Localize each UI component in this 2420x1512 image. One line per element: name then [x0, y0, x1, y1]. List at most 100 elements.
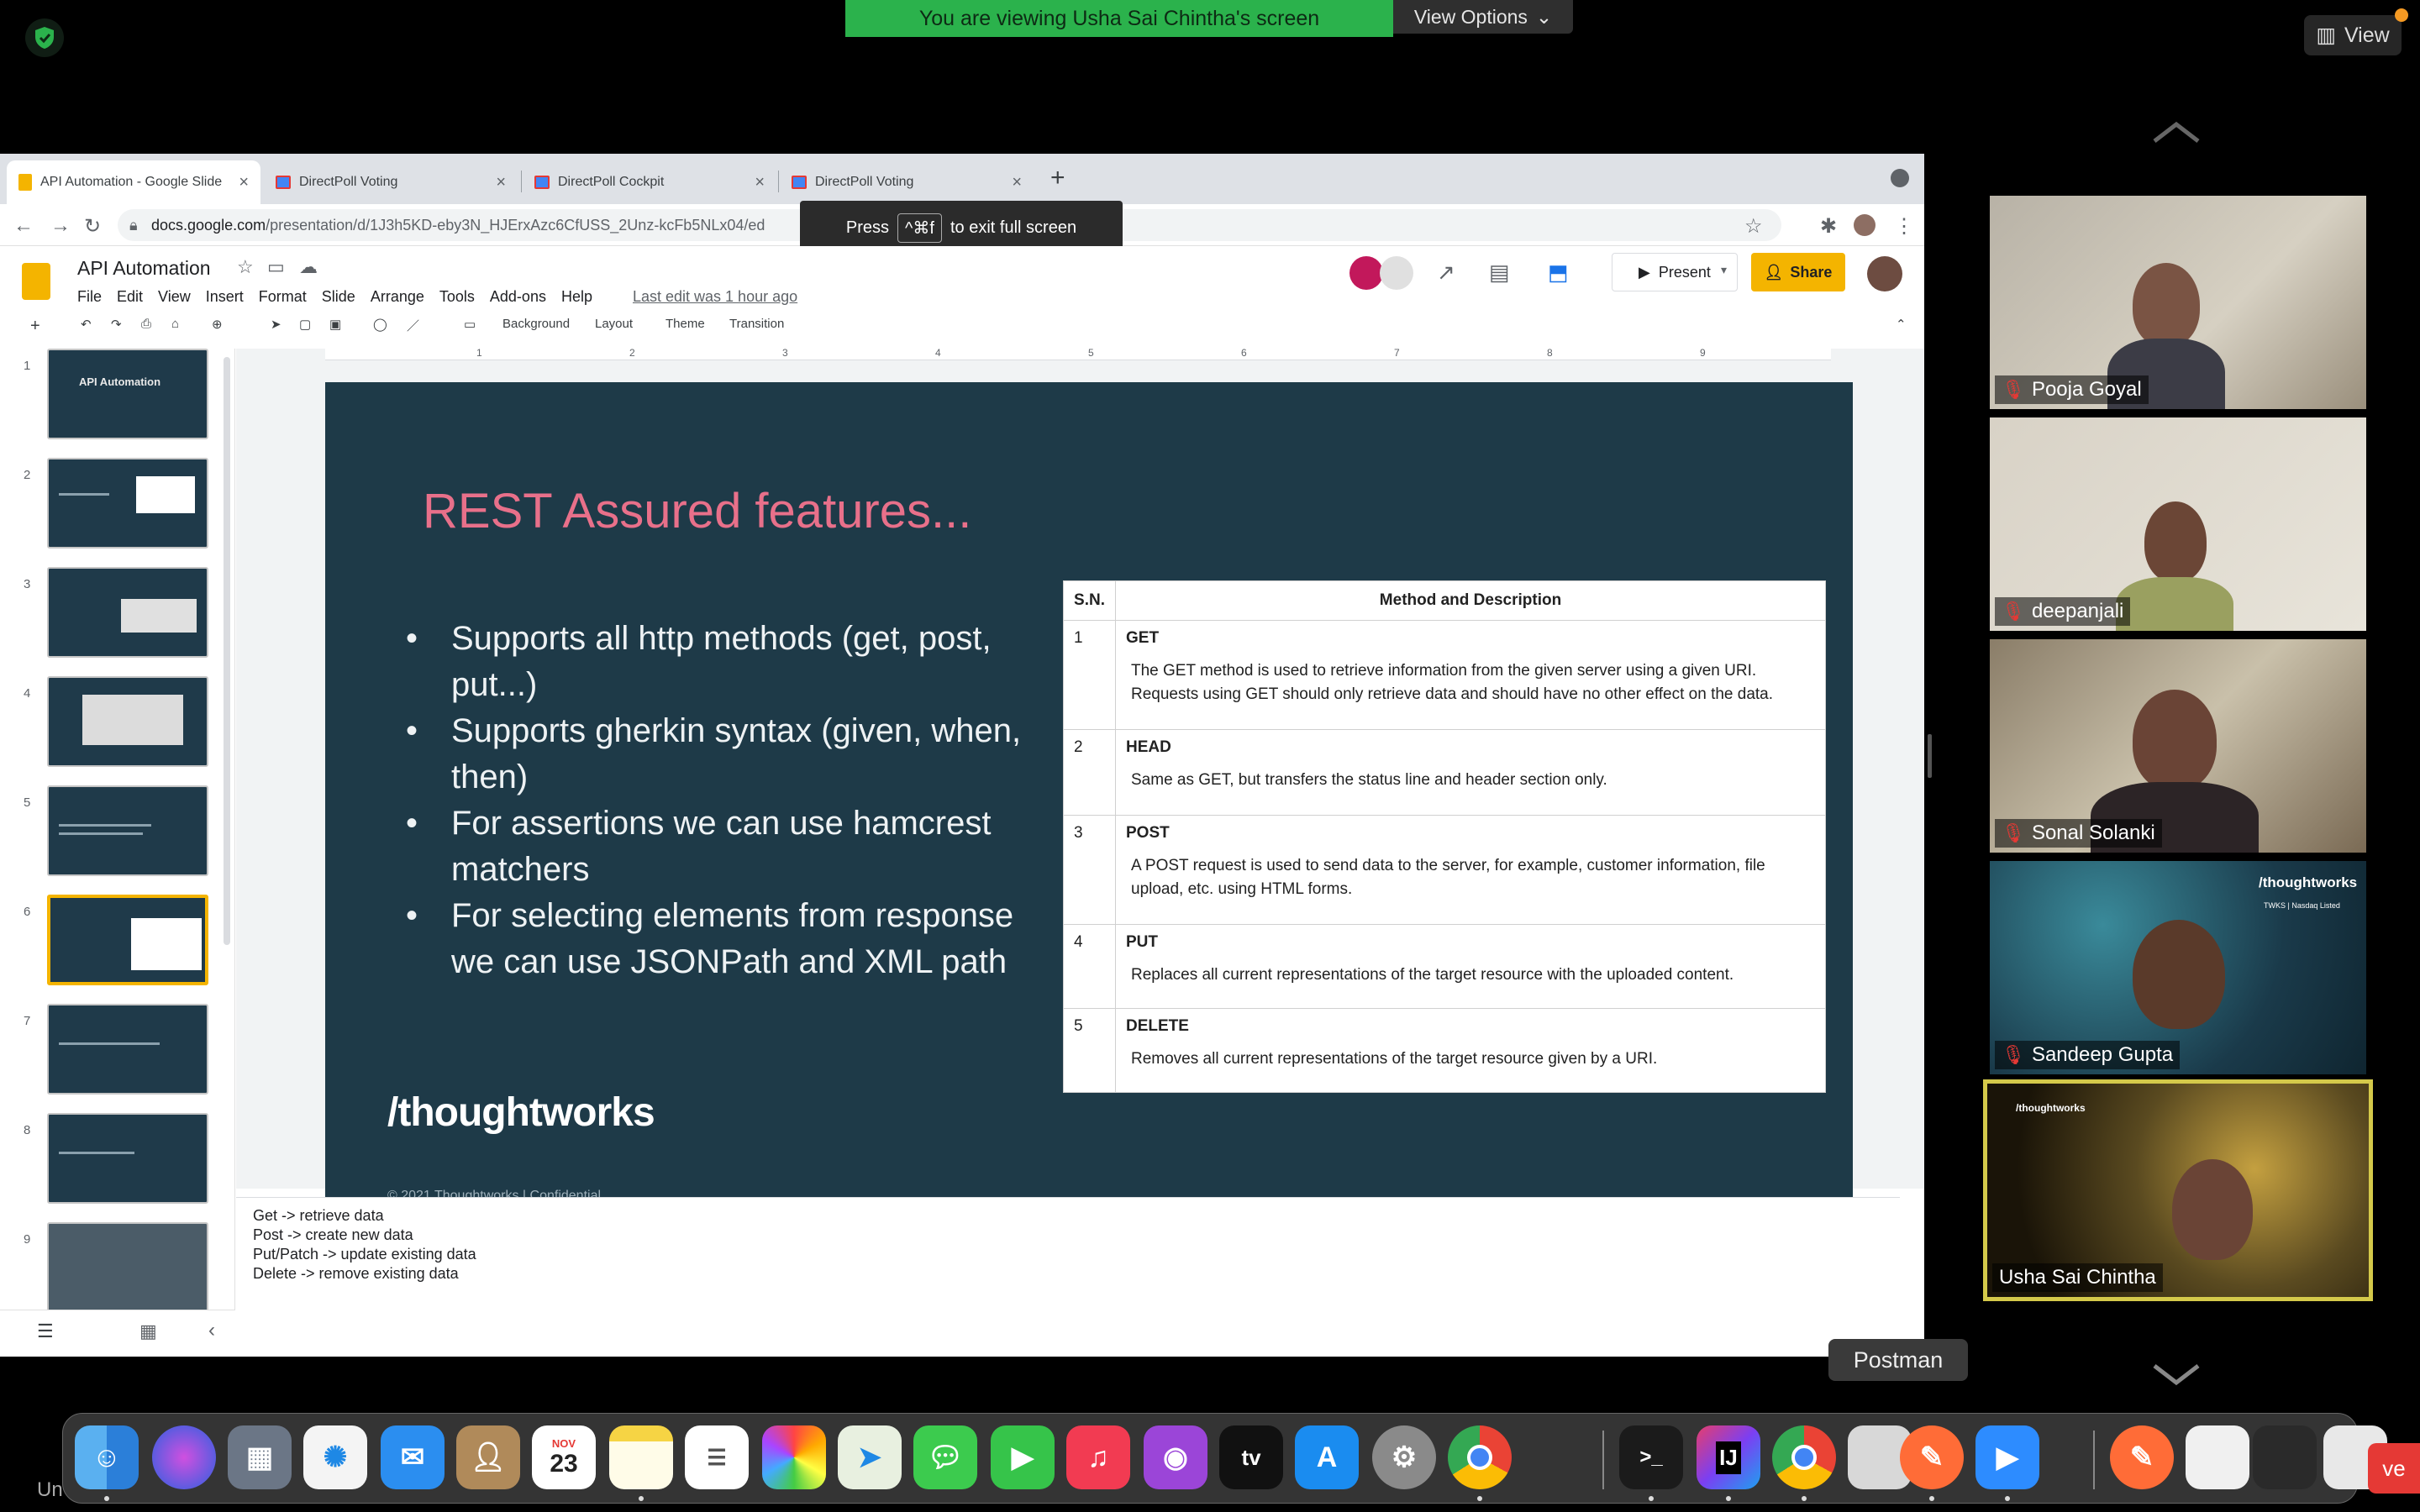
- finder-icon[interactable]: ☺: [75, 1425, 139, 1489]
- close-icon[interactable]: ×: [1012, 173, 1022, 192]
- undo-icon[interactable]: ↶: [81, 317, 92, 332]
- forward-icon[interactable]: →: [50, 214, 71, 238]
- present-dropdown-icon[interactable]: ▾: [1721, 263, 1727, 277]
- menu-view[interactable]: View: [158, 288, 191, 306]
- image-icon[interactable]: ▣: [329, 317, 341, 332]
- menu-file[interactable]: File: [77, 288, 102, 306]
- safari-icon[interactable]: ✺: [303, 1425, 367, 1489]
- select-icon[interactable]: ➤: [271, 317, 281, 332]
- share-button[interactable]: 👤︎ Share: [1751, 253, 1845, 291]
- star-icon[interactable]: ☆: [237, 256, 254, 278]
- list-view-icon[interactable]: ☰: [37, 1320, 54, 1342]
- slide-thumbnail-7[interactable]: [47, 1004, 208, 1095]
- postman-icon[interactable]: ✎: [1900, 1425, 1964, 1489]
- menu-arrange[interactable]: Arrange: [371, 288, 424, 306]
- more-menu-icon[interactable]: ⋮: [1894, 214, 1914, 239]
- close-icon[interactable]: ×: [755, 173, 765, 192]
- scroll-up-arrow-icon[interactable]: [2151, 119, 2202, 144]
- grid-view-icon[interactable]: ▦: [139, 1320, 157, 1342]
- speaker-notes[interactable]: Get -> retrieve data Post -> create new …: [236, 1197, 1900, 1357]
- postman-window-icon[interactable]: ✎: [2110, 1425, 2174, 1489]
- zoom-icon[interactable]: ▶: [1975, 1425, 2039, 1489]
- scroll-down-arrow-icon[interactable]: [2151, 1362, 2202, 1388]
- profile-avatar[interactable]: [1854, 214, 1876, 236]
- facetime-icon[interactable]: ▶: [991, 1425, 1055, 1489]
- slide-thumbnail-5[interactable]: [47, 785, 208, 876]
- back-icon[interactable]: ←: [13, 214, 34, 238]
- new-tab-icon[interactable]: +: [1050, 164, 1065, 192]
- reminders-icon[interactable]: ☰: [685, 1425, 749, 1489]
- zoom-icon[interactable]: ⊕: [212, 317, 223, 332]
- participant-tile-pooja[interactable]: 🎙︎ Pooja Goyal: [1990, 196, 2366, 409]
- paint-format-icon[interactable]: ⌂: [171, 317, 179, 331]
- activity-trend-icon[interactable]: ↗: [1437, 260, 1455, 286]
- print-icon[interactable]: ⎙: [141, 317, 151, 331]
- feature-bullets[interactable]: Supports all http methods (get, post, pu…: [394, 616, 1033, 985]
- menu-slide[interactable]: Slide: [322, 288, 355, 306]
- window-thumbnail[interactable]: [2253, 1425, 2317, 1489]
- transition-button[interactable]: Transition: [729, 317, 784, 331]
- collapse-panel-icon[interactable]: ‹: [208, 1319, 215, 1342]
- menu-edit[interactable]: Edit: [117, 288, 143, 306]
- slide-thumbnail-9[interactable]: [47, 1222, 208, 1313]
- theme-button[interactable]: Theme: [666, 317, 705, 331]
- tab-directpoll-voting[interactable]: DirectPoll Voting ×: [264, 160, 518, 204]
- split-drag-handle[interactable]: [1928, 734, 1932, 778]
- slide-thumbnail-3[interactable]: [47, 567, 208, 658]
- meet-present-icon[interactable]: ⬒: [1548, 260, 1569, 286]
- comments-icon[interactable]: ▤: [1489, 260, 1510, 286]
- chrome-icon[interactable]: [1448, 1425, 1512, 1489]
- line-icon[interactable]: ／: [407, 317, 419, 334]
- view-button[interactable]: ▥ View: [2304, 15, 2402, 55]
- new-slide-icon[interactable]: +: [30, 317, 40, 336]
- slide-thumbnail-1[interactable]: API Automation: [47, 349, 208, 439]
- app-store-icon[interactable]: A: [1295, 1425, 1359, 1489]
- tab-directpoll-voting-2[interactable]: DirectPoll Voting ×: [780, 160, 1034, 204]
- participant-tile-sandeep[interactable]: /thoughtworks TWKS | Nasdaq Listed 🎙︎ San…: [1990, 861, 2366, 1074]
- intellij-icon[interactable]: IJ: [1697, 1425, 1760, 1489]
- background-button[interactable]: Background: [502, 317, 570, 331]
- tab-search-icon[interactable]: [1891, 169, 1909, 187]
- menu-format[interactable]: Format: [259, 288, 307, 306]
- contacts-icon[interactable]: 👤︎: [456, 1425, 520, 1489]
- notes-icon[interactable]: [609, 1425, 673, 1489]
- music-icon[interactable]: ♫: [1066, 1425, 1130, 1489]
- launchpad-icon[interactable]: ▦: [228, 1425, 292, 1489]
- bookmark-star-icon[interactable]: ☆: [1744, 214, 1763, 239]
- calendar-icon[interactable]: NOV 23: [532, 1425, 596, 1489]
- collaborator-avatar[interactable]: [1380, 256, 1413, 290]
- close-icon[interactable]: ×: [239, 173, 249, 192]
- layout-button[interactable]: Layout: [595, 317, 633, 331]
- system-preferences-icon[interactable]: ⚙: [1372, 1425, 1436, 1489]
- messages-icon[interactable]: 💬︎: [913, 1425, 977, 1489]
- window-thumbnail[interactable]: [2186, 1425, 2249, 1489]
- participant-tile-deepanjali[interactable]: 🎙︎ deepanjali: [1990, 417, 2366, 631]
- filmstrip-scrollbar[interactable]: [224, 357, 230, 945]
- slide-title[interactable]: REST Assured features...: [423, 483, 971, 539]
- account-avatar[interactable]: [1867, 256, 1902, 291]
- slide-thumbnail-8[interactable]: [47, 1113, 208, 1204]
- redo-icon[interactable]: ↷: [111, 317, 122, 332]
- comment-add-icon[interactable]: ▭: [464, 317, 476, 332]
- reload-icon[interactable]: ↻: [84, 214, 101, 239]
- current-slide[interactable]: REST Assured features... Supports all ht…: [325, 382, 1853, 1241]
- move-folder-icon[interactable]: ▭: [267, 256, 285, 278]
- leave-button[interactable]: ve: [2368, 1443, 2420, 1494]
- slides-logo-icon[interactable]: [22, 263, 50, 300]
- chrome-icon-2[interactable]: [1772, 1425, 1836, 1489]
- close-icon[interactable]: ×: [496, 173, 506, 192]
- http-methods-table[interactable]: S.N. Method and Description 1 GET The GET…: [1063, 580, 1826, 1093]
- slide-thumbnail-2[interactable]: [47, 458, 208, 549]
- present-button[interactable]: ▶ Present: [1612, 253, 1738, 291]
- collapse-toolbar-icon[interactable]: ⌃: [1896, 317, 1907, 332]
- menu-tools[interactable]: Tools: [439, 288, 475, 306]
- mail-icon[interactable]: ✉: [381, 1425, 445, 1489]
- siri-icon[interactable]: [152, 1425, 216, 1489]
- participant-tile-sonal[interactable]: 🎙︎ Sonal Solanki: [1990, 639, 2366, 853]
- photos-icon[interactable]: [762, 1425, 826, 1489]
- participant-tile-usha[interactable]: /thoughtworks Usha Sai Chintha: [1983, 1079, 2373, 1301]
- maps-icon[interactable]: ➤: [838, 1425, 902, 1489]
- menu-addons[interactable]: Add-ons: [490, 288, 546, 306]
- view-options-button[interactable]: View Options ⌄: [1393, 0, 1573, 34]
- terminal-icon[interactable]: >_: [1619, 1425, 1683, 1489]
